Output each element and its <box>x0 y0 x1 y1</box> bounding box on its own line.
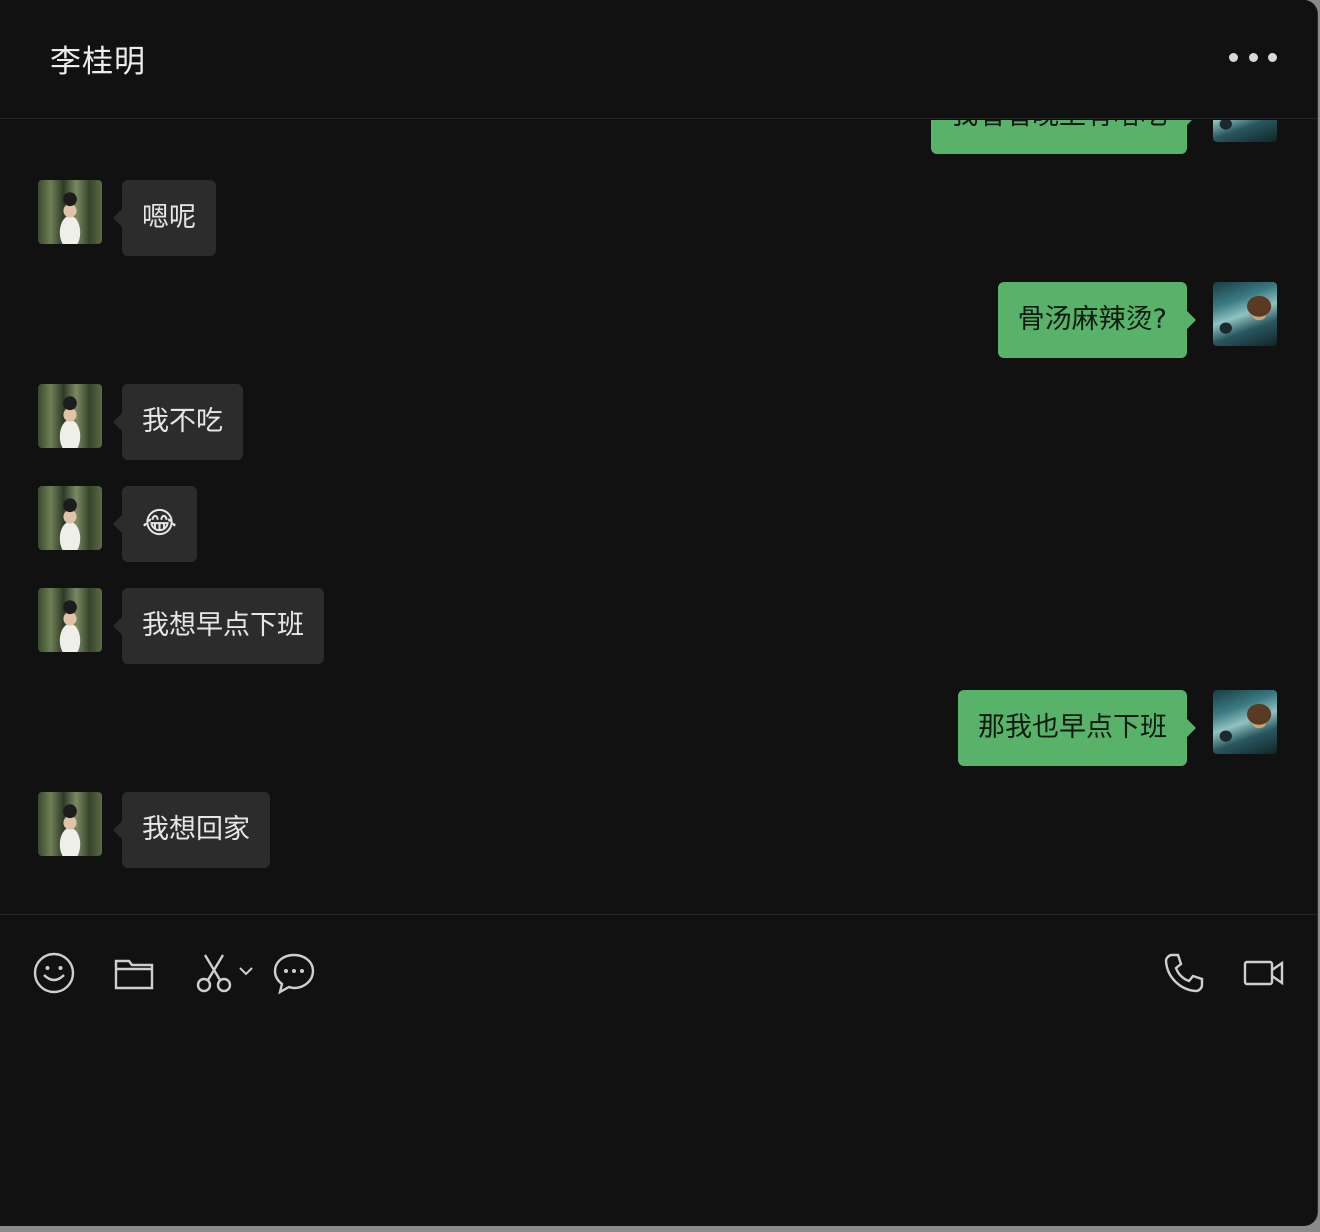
phone-icon[interactable] <box>1162 951 1206 995</box>
message-bubble-incoming[interactable]: 我想回家 <box>113 792 270 868</box>
contact-name-title: 李桂明 <box>50 44 146 80</box>
message-bubble-incoming[interactable]: 我想早点下班 <box>113 588 324 664</box>
my-avatar[interactable] <box>1213 120 1277 142</box>
chat-bubble-icon[interactable] <box>272 951 316 995</box>
chat-window: 李桂明 我看看晚上有啥吃 嗯呢 骨汤麻辣烫? 我不吃 😂 我想早点下班 那我也早… <box>0 0 1318 1226</box>
message-bubble-outgoing[interactable]: 我看看晚上有啥吃 <box>931 120 1196 154</box>
input-toolbar <box>0 914 1317 1226</box>
contact-avatar[interactable] <box>38 588 102 652</box>
contact-avatar[interactable] <box>38 384 102 448</box>
scissors-icon[interactable] <box>192 951 236 995</box>
message-bubble-outgoing[interactable]: 骨汤麻辣烫? <box>997 282 1197 358</box>
contact-avatar[interactable] <box>38 486 102 550</box>
my-avatar[interactable] <box>1213 690 1277 754</box>
chat-header: 李桂明 <box>0 0 1317 119</box>
message-bubble-incoming[interactable]: 嗯呢 <box>113 180 216 256</box>
message-bubble-incoming-emoji[interactable]: 😂 <box>112 486 198 562</box>
emoji-icon[interactable] <box>32 951 76 995</box>
video-camera-icon[interactable] <box>1242 951 1286 995</box>
message-bubble-outgoing[interactable]: 那我也早点下班 <box>958 690 1196 766</box>
message-bubble-incoming[interactable]: 我不吃 <box>113 384 243 460</box>
folder-icon[interactable] <box>112 951 156 995</box>
contact-avatar[interactable] <box>38 792 102 856</box>
chevron-down-icon[interactable] <box>238 963 254 979</box>
more-dots-icon[interactable] <box>1229 44 1277 70</box>
my-avatar[interactable] <box>1213 282 1277 346</box>
message-list[interactable]: 我看看晚上有啥吃 嗯呢 骨汤麻辣烫? 我不吃 😂 我想早点下班 那我也早点下班 … <box>0 120 1317 914</box>
background-edge <box>0 1226 1320 1232</box>
contact-avatar[interactable] <box>38 180 102 244</box>
